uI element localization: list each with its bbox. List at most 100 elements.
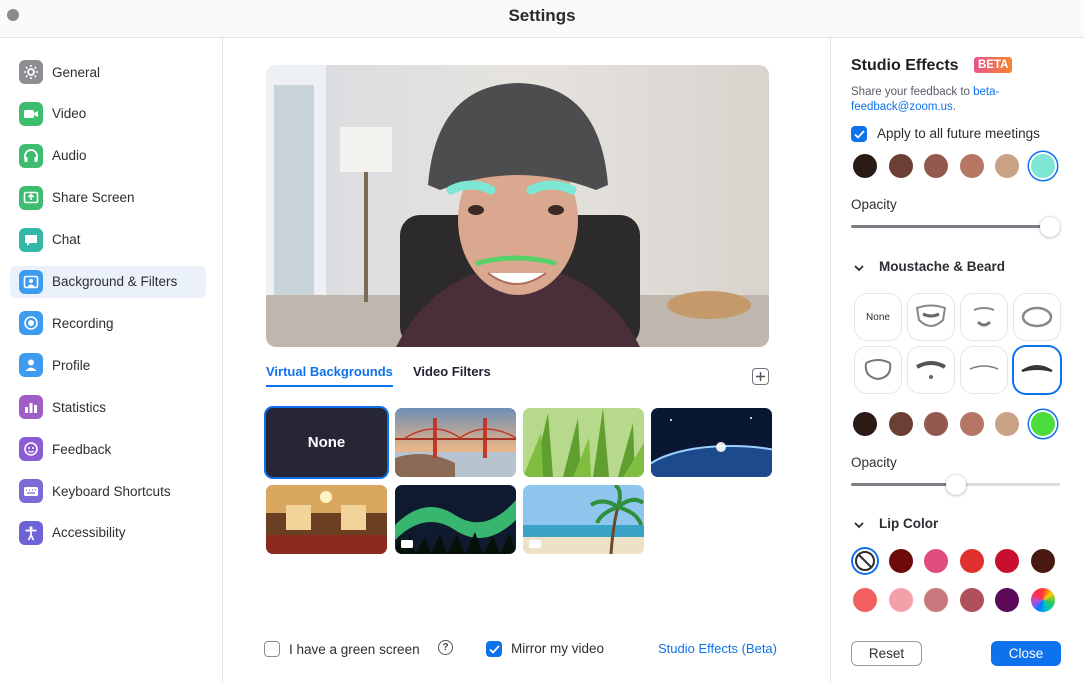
- beard-color-swatch[interactable]: [1030, 412, 1055, 436]
- sidebar-item-label: Statistics: [52, 399, 107, 415]
- lip-color-swatch[interactable]: [995, 549, 1019, 573]
- green-screen-checkbox[interactable]: [264, 641, 280, 657]
- sidebar-item-label: Feedback: [52, 441, 112, 457]
- tab-video-filters[interactable]: Video Filters: [413, 364, 491, 379]
- sidebar-item-share-screen[interactable]: Share Screen: [10, 182, 206, 214]
- slider-fill: [851, 225, 1050, 228]
- no-color-icon: [855, 551, 875, 571]
- lip-color-custom-picker[interactable]: [1030, 588, 1055, 612]
- sidebar-item-video[interactable]: Video: [10, 98, 206, 130]
- feedback-prefix: Share your feedback to: [851, 86, 974, 98]
- beard-style-goatee[interactable]: [961, 294, 1007, 340]
- beard-color-swatch[interactable]: [853, 412, 877, 436]
- beard-style-handlebar[interactable]: [908, 347, 954, 393]
- sidebar-item-recording[interactable]: Recording: [10, 307, 206, 339]
- beard-color-swatch[interactable]: [995, 412, 1019, 436]
- sidebar-item-keyboard-shortcuts[interactable]: Keyboard Shortcuts: [10, 475, 206, 507]
- lip-color-swatch[interactable]: [924, 549, 948, 573]
- sidebar-item-accessibility[interactable]: Accessibility: [10, 517, 206, 549]
- chat-icon: [19, 227, 43, 252]
- eyebrow-color-swatch[interactable]: [924, 154, 948, 178]
- studio-effects-title: Studio Effects: [851, 57, 959, 74]
- sidebar-item-label: Chat: [52, 232, 81, 248]
- lip-color-grid: [853, 549, 1067, 619]
- recording-icon: [19, 311, 43, 336]
- beard-color-swatch[interactable]: [888, 412, 913, 436]
- background-grid: None: [266, 408, 776, 554]
- beard-color-swatch[interactable]: [959, 412, 984, 436]
- sidebar-item-label: Recording: [52, 315, 114, 331]
- apply-future-label: Apply to all future meetings: [877, 126, 1040, 141]
- lip-color-none[interactable]: [853, 549, 877, 573]
- background-tile-lobby[interactable]: [266, 485, 387, 554]
- sidebar-item-chat[interactable]: Chat: [10, 224, 206, 256]
- beard-opacity-slider[interactable]: [851, 475, 1060, 495]
- eyebrow-color-swatch[interactable]: [959, 154, 984, 178]
- main-content: Virtual Backgrounds Video Filters None I…: [224, 38, 830, 682]
- lip-color-section-label: Lip Color: [879, 516, 939, 531]
- beard-opacity-label: Opacity: [851, 455, 897, 470]
- eyebrow-color-swatch[interactable]: [995, 154, 1019, 178]
- video-camera-icon: [401, 540, 413, 548]
- background-tile-earth[interactable]: [651, 408, 772, 477]
- profile-icon: [19, 353, 43, 378]
- lip-color-swatch[interactable]: [995, 588, 1019, 612]
- studio-effects-link[interactable]: Studio Effects (Beta): [658, 641, 777, 656]
- gear-icon: [19, 60, 43, 84]
- lip-color-swatch[interactable]: [959, 588, 984, 612]
- slider-knob[interactable]: [1040, 217, 1060, 237]
- sidebar-item-general[interactable]: General: [10, 56, 206, 88]
- sidebar-item-feedback[interactable]: Feedback: [10, 433, 206, 465]
- beard-color-swatch[interactable]: [924, 412, 948, 436]
- video-options-footer: I have a green screen ? Mirror my video …: [224, 638, 830, 662]
- lip-color-swatch[interactable]: [853, 588, 877, 612]
- sidebar-item-label: Video: [52, 106, 87, 122]
- close-button[interactable]: Close: [991, 641, 1061, 666]
- sidebar: General Video Audio Share Screen Chat Backgro…: [0, 38, 223, 682]
- lip-color-swatch[interactable]: [1030, 549, 1055, 573]
- beard-style-full-beard[interactable]: [908, 294, 954, 340]
- sidebar-item-label: Background & Filters: [52, 274, 178, 289]
- background-tile-beach[interactable]: [523, 485, 644, 554]
- background-icon: [19, 269, 43, 294]
- mirror-video-label: Mirror my video: [511, 641, 605, 656]
- slider-knob[interactable]: [945, 475, 966, 495]
- sidebar-item-profile[interactable]: Profile: [10, 349, 206, 381]
- accessibility-icon: [19, 520, 43, 545]
- beard-style-horseshoe[interactable]: [855, 347, 901, 393]
- background-tile-none[interactable]: None: [266, 408, 387, 477]
- eyebrow-color-swatch[interactable]: [853, 154, 877, 178]
- sidebar-item-label: Profile: [52, 357, 91, 373]
- background-tile-aurora[interactable]: [395, 485, 516, 554]
- help-icon[interactable]: ?: [438, 640, 453, 655]
- video-camera-icon: [19, 101, 43, 126]
- sidebar-item-statistics[interactable]: Statistics: [10, 391, 206, 423]
- eyebrow-opacity-label: Opacity: [851, 197, 897, 212]
- tab-virtual-backgrounds[interactable]: Virtual Backgrounds: [266, 364, 393, 387]
- eyebrow-opacity-slider[interactable]: [851, 217, 1060, 237]
- beard-style-chin-strap[interactable]: [1014, 294, 1060, 340]
- lip-color-swatch[interactable]: [888, 588, 913, 612]
- sidebar-item-background-filters[interactable]: Background & Filters: [10, 265, 206, 298]
- sidebar-item-label: Keyboard Shortcuts: [52, 483, 171, 499]
- keyboard-icon: [19, 479, 43, 503]
- beard-style-none[interactable]: None: [855, 294, 901, 340]
- background-tile-golden-gate[interactable]: [395, 408, 516, 477]
- beard-style-thin[interactable]: [961, 347, 1007, 393]
- add-background-button[interactable]: [752, 368, 769, 385]
- background-tile-grass[interactable]: [523, 408, 644, 477]
- feedback-suffix: .: [952, 101, 957, 113]
- lip-color-swatch[interactable]: [959, 549, 984, 573]
- lip-color-swatch[interactable]: [888, 549, 913, 573]
- lip-color-swatch[interactable]: [924, 588, 948, 612]
- apply-future-checkbox[interactable]: [851, 126, 867, 142]
- eyebrow-color-row: [853, 151, 1073, 181]
- chevron-down-icon: [854, 522, 864, 529]
- eyebrow-color-swatch[interactable]: [1030, 154, 1055, 178]
- sidebar-item-audio[interactable]: Audio: [10, 140, 206, 172]
- mirror-video-checkbox[interactable]: [486, 641, 502, 657]
- checkmark-icon: [853, 129, 865, 139]
- eyebrow-color-swatch[interactable]: [888, 154, 913, 178]
- beard-style-walrus[interactable]: [1014, 347, 1060, 393]
- reset-button[interactable]: Reset: [851, 641, 922, 666]
